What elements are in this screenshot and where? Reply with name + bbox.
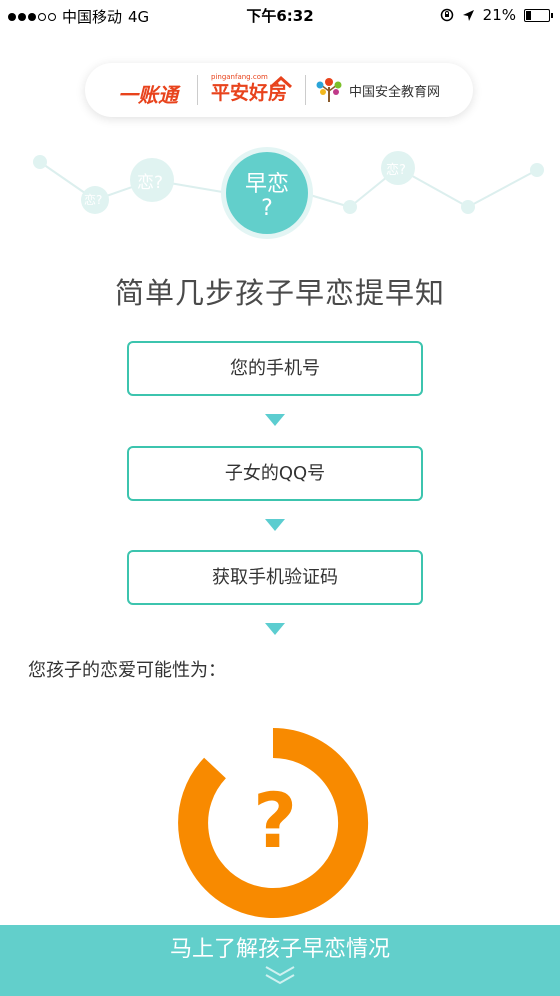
bubble-text: 恋? [137, 173, 164, 193]
house-roof-icon [269, 75, 293, 89]
partner-logo-bar: 一账通 pinganfang.com 平安好房 中国安全教育网 [85, 63, 473, 117]
probability-label: 您孩子的恋爱可能性为： [28, 660, 226, 681]
down-arrow-icon [265, 414, 285, 426]
divider [197, 75, 198, 105]
location-arrow-icon [462, 9, 474, 21]
get-code-button[interactable]: 获取手机验证码 [127, 550, 423, 605]
gauge-question-mark: ? [252, 776, 298, 865]
yizhangtong-logo: 一账通 [118, 83, 178, 107]
battery-percent: 21% [482, 6, 516, 24]
status-bar: 中国移动 4G 下午6:32 21% [0, 0, 560, 30]
rotation-lock-icon [440, 8, 453, 22]
qq-input[interactable]: 子女的QQ号 [127, 446, 423, 501]
double-chevron-down-icon [265, 966, 295, 985]
tree-logo-icon [316, 78, 342, 102]
cta-bar[interactable]: 马上了解孩子早恋情况 [0, 925, 560, 996]
cta-label: 马上了解孩子早恋情况 [169, 937, 390, 962]
hero-badge: 早恋 ? [226, 152, 308, 234]
edu-logo: 中国安全教育网 [315, 77, 440, 103]
bubble-text: 恋? [386, 163, 406, 178]
status-right: 21% [440, 6, 553, 24]
hero-question-mark: ? [261, 196, 273, 221]
down-arrow-icon [265, 519, 285, 531]
probability-gauge: ? [170, 718, 380, 928]
hero-title: 早恋 [244, 172, 289, 197]
pingan-logo: pinganfang.com 平安好房 [211, 73, 293, 105]
divider [305, 75, 306, 105]
edu-name: 中国安全教育网 [349, 84, 441, 100]
page-title: 简单几步孩子早恋提早知 [114, 276, 445, 310]
down-arrow-icon [265, 623, 285, 635]
phone-input[interactable]: 您的手机号 [127, 341, 423, 396]
bubble-text: 恋? [84, 193, 103, 207]
battery-icon [524, 8, 553, 22]
